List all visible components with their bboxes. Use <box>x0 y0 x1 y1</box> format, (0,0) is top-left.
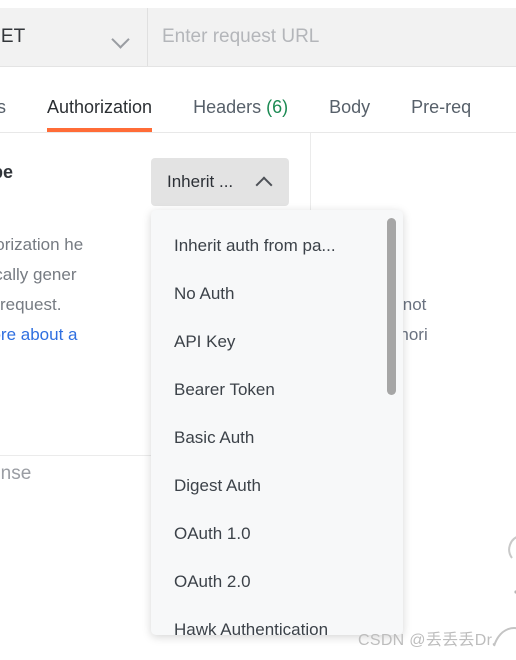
tab-params[interactable]: rams <box>0 97 6 132</box>
watermark-signature-icon <box>493 536 516 647</box>
request-url-placeholder: Enter request URL <box>162 26 320 47</box>
auth-option-label: OAuth 1.0 <box>174 524 251 543</box>
list-item[interactable]: Digest Auth <box>151 462 403 510</box>
tab-headers-label: Headers <box>193 97 262 117</box>
http-method-select[interactable]: GET <box>0 8 148 66</box>
auth-option-label: OAuth 2.0 <box>174 572 251 591</box>
tab-params-label: rams <box>0 97 6 117</box>
auth-option-label: No Auth <box>174 284 235 303</box>
auth-option-label: Bearer Token <box>174 380 275 399</box>
auth-option-label: Basic Auth <box>174 428 255 447</box>
auth-option-label: Hawk Authentication <box>174 620 329 635</box>
list-item[interactable]: OAuth 2.0 <box>151 558 403 606</box>
list-item[interactable]: Hawk Authentication <box>151 606 403 635</box>
list-item[interactable]: API Key <box>151 318 403 366</box>
auth-type-select[interactable]: Inherit ... <box>151 158 289 206</box>
auth-type-dropdown-menu: Inherit auth from pa... No Auth API Key … <box>151 210 403 635</box>
tab-pre-request-script-label: Pre-req <box>411 97 472 117</box>
request-url-input[interactable]: Enter request URL <box>148 8 516 66</box>
list-item[interactable]: Bearer Token <box>151 366 403 414</box>
auth-type-selected-value: Inherit ... <box>167 172 234 191</box>
list-item[interactable]: No Auth <box>151 270 403 318</box>
list-item[interactable]: OAuth 1.0 <box>151 510 403 558</box>
tab-authorization[interactable]: Authorization <box>47 97 153 132</box>
tab-body[interactable]: Body <box>329 97 370 132</box>
request-bar: GET Enter request URL <box>0 8 516 67</box>
tab-body-label: Body <box>329 97 371 117</box>
tab-pre-request-script[interactable]: Pre-req <box>411 97 471 132</box>
auth-option-label: API Key <box>174 332 236 351</box>
http-method-label: GET <box>0 26 26 47</box>
tab-authorization-label: Authorization <box>47 97 153 117</box>
tab-headers[interactable]: Headers (6) <box>193 97 288 132</box>
chevron-down-icon <box>112 29 129 46</box>
auth-option-label: Digest Auth <box>174 476 261 495</box>
chevron-up-icon <box>256 175 272 189</box>
tab-headers-count: (6) <box>266 97 289 117</box>
auth-type-label: ype <box>0 162 14 182</box>
request-tabs: rams Authorization Headers (6) Body Pre-… <box>0 67 516 133</box>
list-item[interactable]: Inherit auth from pa... <box>151 222 403 270</box>
list-item[interactable]: Basic Auth <box>151 414 403 462</box>
auth-type-option-list: Inherit auth from pa... No Auth API Key … <box>151 210 403 635</box>
response-section-label: sponse <box>0 463 32 484</box>
auth-option-label: Inherit auth from pa... <box>174 236 336 255</box>
